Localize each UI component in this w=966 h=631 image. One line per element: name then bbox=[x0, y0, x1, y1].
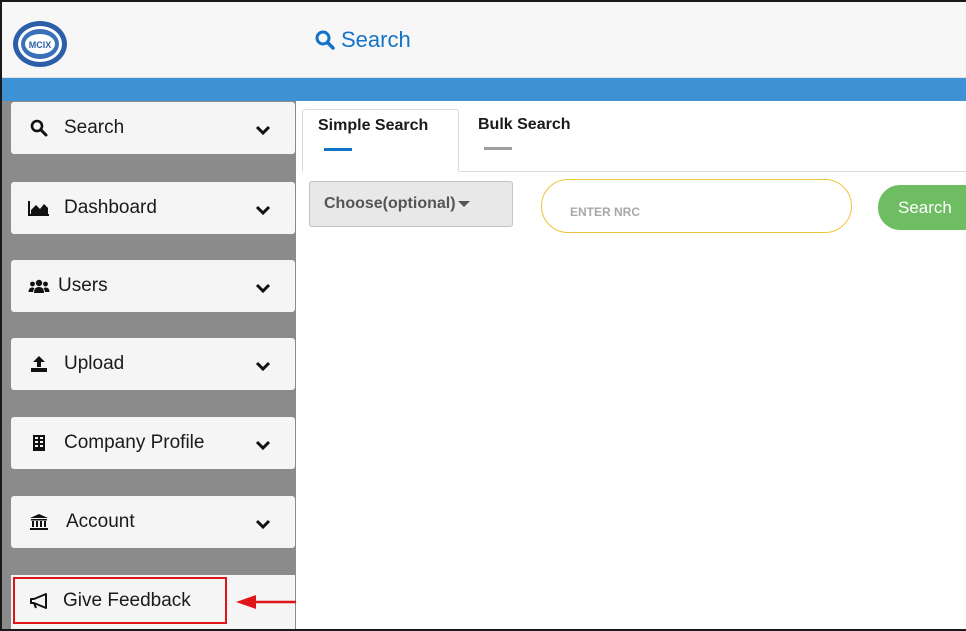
sidebar-item-dashboard[interactable]: Dashboard bbox=[11, 182, 295, 234]
mcix-logo: MCIX bbox=[10, 18, 70, 70]
sidebar-item-label: Company Profile bbox=[64, 432, 205, 453]
svg-text:MCIX: MCIX bbox=[29, 40, 52, 50]
search-icon bbox=[315, 30, 335, 50]
tab-active-indicator bbox=[324, 148, 352, 151]
sidebar-item-label: Users bbox=[58, 275, 108, 296]
sidebar-item-search[interactable]: Search bbox=[11, 102, 295, 154]
tab-label: Simple Search bbox=[318, 117, 429, 134]
chevron-down-icon[interactable] bbox=[255, 200, 271, 222]
sidebar-item-label: Search bbox=[64, 117, 125, 138]
tab-bulk-search[interactable]: Bulk Search bbox=[478, 109, 598, 172]
chevron-down-icon[interactable] bbox=[255, 514, 271, 536]
nrc-search-input[interactable] bbox=[541, 179, 852, 233]
sidebar-item-account[interactable]: Account bbox=[11, 496, 295, 548]
area-chart-icon bbox=[28, 198, 50, 218]
dropdown-value: Choose(optional) bbox=[324, 195, 456, 212]
upload-icon bbox=[28, 354, 50, 374]
tab-simple-search[interactable]: Simple Search bbox=[302, 109, 459, 172]
app-window: MCIX Search Search Dashboard Users Uploa… bbox=[0, 0, 966, 631]
chevron-down-icon[interactable] bbox=[255, 120, 271, 142]
top-header: MCIX Search bbox=[2, 2, 966, 78]
search-button[interactable]: Search bbox=[878, 185, 966, 230]
sidebar-item-label: Account bbox=[66, 511, 135, 532]
choose-id-type-dropdown[interactable]: Choose(optional) bbox=[309, 181, 513, 227]
chevron-down-icon[interactable] bbox=[255, 435, 271, 457]
bank-icon bbox=[28, 512, 50, 532]
sidebar-item-users[interactable]: Users bbox=[11, 260, 295, 312]
chevron-down-icon[interactable] bbox=[255, 278, 271, 300]
sidebar-item-label: Dashboard bbox=[64, 197, 157, 218]
header-accent-bar bbox=[2, 78, 966, 101]
page-title-text: Search bbox=[341, 27, 411, 52]
megaphone-icon bbox=[29, 592, 51, 610]
tab-label: Bulk Search bbox=[478, 116, 571, 133]
caret-down-icon bbox=[457, 201, 470, 207]
search-icon bbox=[28, 118, 50, 138]
sidebar-item-label: Upload bbox=[64, 353, 125, 374]
give-feedback-label: Give Feedback bbox=[63, 589, 191, 611]
tab-indicator bbox=[484, 147, 512, 150]
users-icon bbox=[28, 276, 50, 296]
sidebar-item-company-profile[interactable]: Company Profile bbox=[11, 417, 295, 469]
sidebar: Search Dashboard Users Upload Company Pr… bbox=[2, 101, 296, 629]
sidebar-item-upload[interactable]: Upload bbox=[11, 338, 295, 390]
main-content: Simple Search Bulk Search Choose(optiona… bbox=[296, 101, 966, 629]
building-icon bbox=[28, 433, 50, 453]
chevron-down-icon[interactable] bbox=[255, 356, 271, 378]
page-title: Search bbox=[315, 27, 411, 53]
give-feedback-button[interactable]: Give Feedback bbox=[13, 577, 227, 624]
